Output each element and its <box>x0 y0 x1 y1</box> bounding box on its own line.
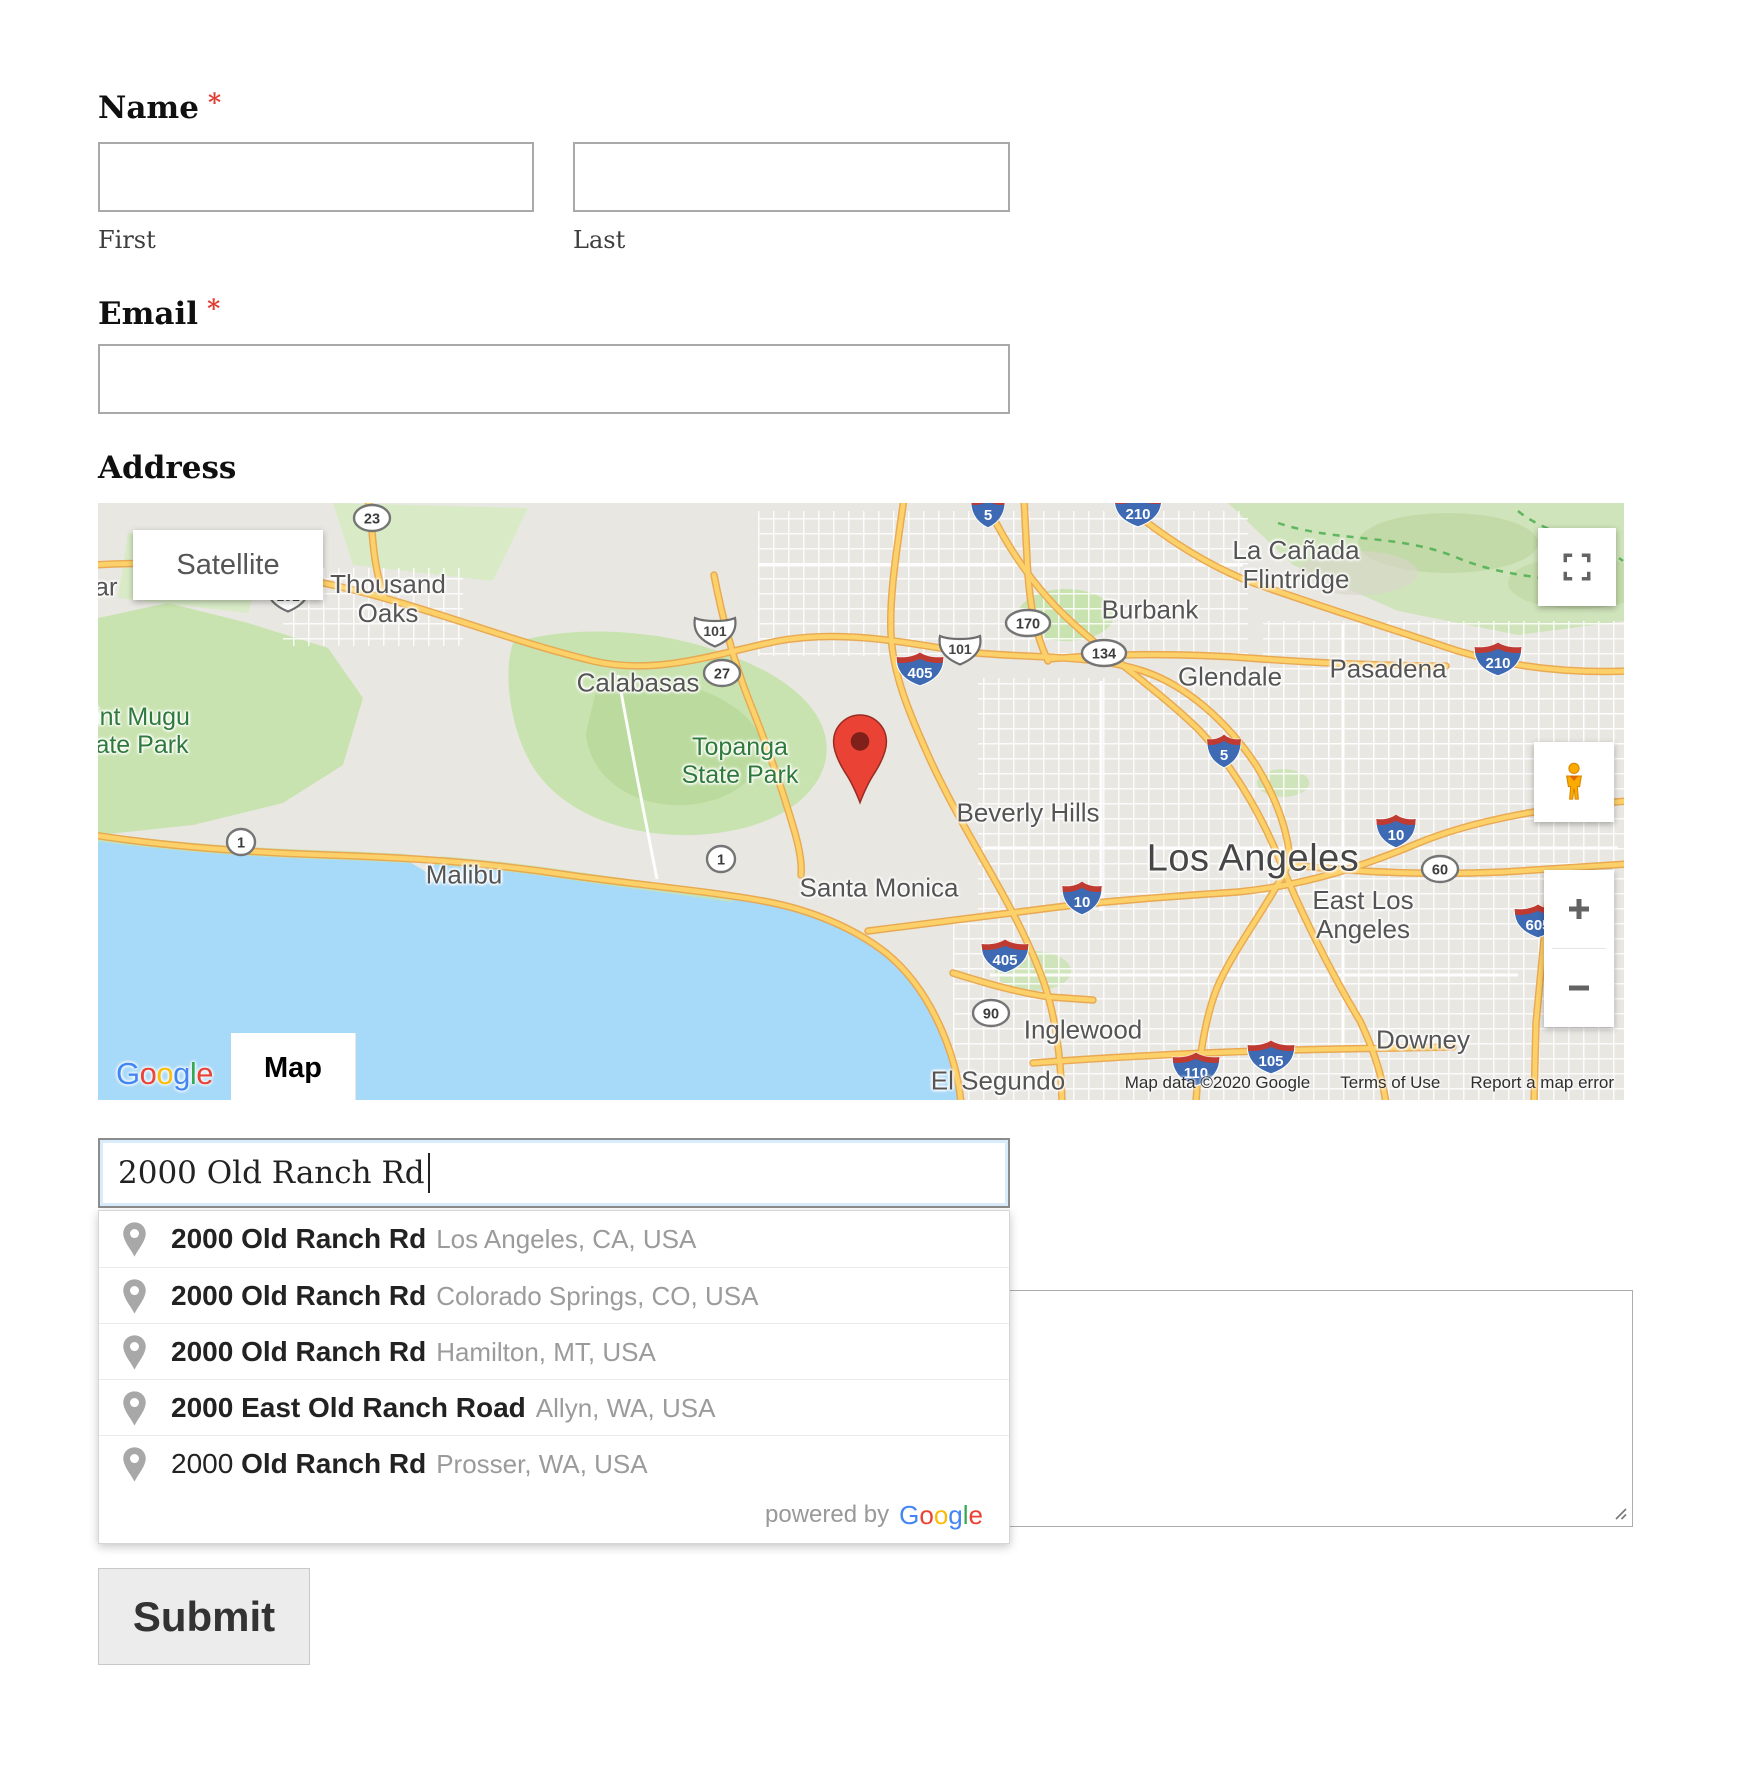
minus-icon <box>1564 973 1594 1003</box>
email-required-asterisk: * <box>207 294 220 323</box>
zoom-in-button[interactable] <box>1544 870 1614 948</box>
address-input[interactable]: 2000 Old Ranch Rd <box>98 1138 1010 1208</box>
google-logo-small: Google <box>899 1500 983 1531</box>
place-pin-icon <box>121 1334 148 1371</box>
autocomplete-item[interactable]: 2000 Old Ranch RdColorado Springs, CO, U… <box>99 1267 1009 1323</box>
fullscreen-button[interactable] <box>1538 528 1616 606</box>
pegman-button[interactable] <box>1534 742 1614 822</box>
email-label: Email * <box>98 294 220 332</box>
last-name-input[interactable] <box>573 142 1010 212</box>
autocomplete-dropdown: 2000 Old Ranch RdLos Angeles, CA, USA 20… <box>98 1210 1010 1544</box>
satellite-view-button[interactable]: Satellite <box>133 530 323 600</box>
name-required-asterisk: * <box>208 88 221 117</box>
name-label-text: Name <box>98 90 199 126</box>
place-pin-icon <box>121 1446 148 1483</box>
map-canvas[interactable] <box>98 503 1624 1100</box>
autocomplete-item[interactable]: 2000 Old Ranch RdHamilton, MT, USA <box>99 1323 1009 1379</box>
contact-form-page: Name * First Last Email * Address <box>0 0 1744 1767</box>
zoom-out-button[interactable] <box>1544 949 1614 1027</box>
address-input-value: 2000 Old Ranch Rd <box>118 1155 425 1191</box>
map-data-text: Map data ©2020 Google <box>1125 1073 1311 1093</box>
fullscreen-icon <box>1561 551 1593 583</box>
plus-icon <box>1564 894 1594 924</box>
first-sublabel: First <box>98 226 156 254</box>
email-input[interactable] <box>98 344 1010 414</box>
map-type-control: Map Satellite <box>133 530 323 600</box>
report-map-error-link[interactable]: Report a map error <box>1470 1073 1614 1093</box>
place-pin-icon <box>121 1390 148 1427</box>
terms-of-use-link[interactable]: Terms of Use <box>1340 1073 1440 1093</box>
text-caret <box>428 1153 430 1193</box>
google-map[interactable]: arThousand OaksCalabasasint Mugu ate Par… <box>98 503 1624 1100</box>
map-attribution: Map data ©2020 Google Terms of Use Repor… <box>1125 1073 1614 1093</box>
first-name-input[interactable] <box>98 142 534 212</box>
powered-by-google: powered by Google <box>99 1491 1009 1543</box>
zoom-control <box>1544 870 1614 1027</box>
email-label-text: Email <box>98 296 198 332</box>
map-view-button[interactable]: Map <box>231 1033 356 1100</box>
powered-by-text: powered by <box>765 1501 889 1529</box>
google-logo[interactable]: Google <box>116 1056 213 1092</box>
name-label: Name * <box>98 88 221 126</box>
submit-button[interactable]: Submit <box>98 1568 310 1665</box>
autocomplete-item[interactable]: 2000 Old Ranch RdLos Angeles, CA, USA <box>99 1211 1009 1267</box>
autocomplete-item[interactable]: 2000 Old Ranch RdProsser, WA, USA <box>99 1435 1009 1491</box>
autocomplete-item[interactable]: 2000 East Old Ranch RoadAllyn, WA, USA <box>99 1379 1009 1435</box>
textarea-resize-handle[interactable] <box>1613 1506 1628 1521</box>
pegman-icon <box>1553 761 1595 803</box>
address-label: Address <box>98 450 236 486</box>
place-pin-icon <box>121 1221 148 1258</box>
last-sublabel: Last <box>573 226 625 254</box>
place-pin-icon <box>121 1278 148 1315</box>
